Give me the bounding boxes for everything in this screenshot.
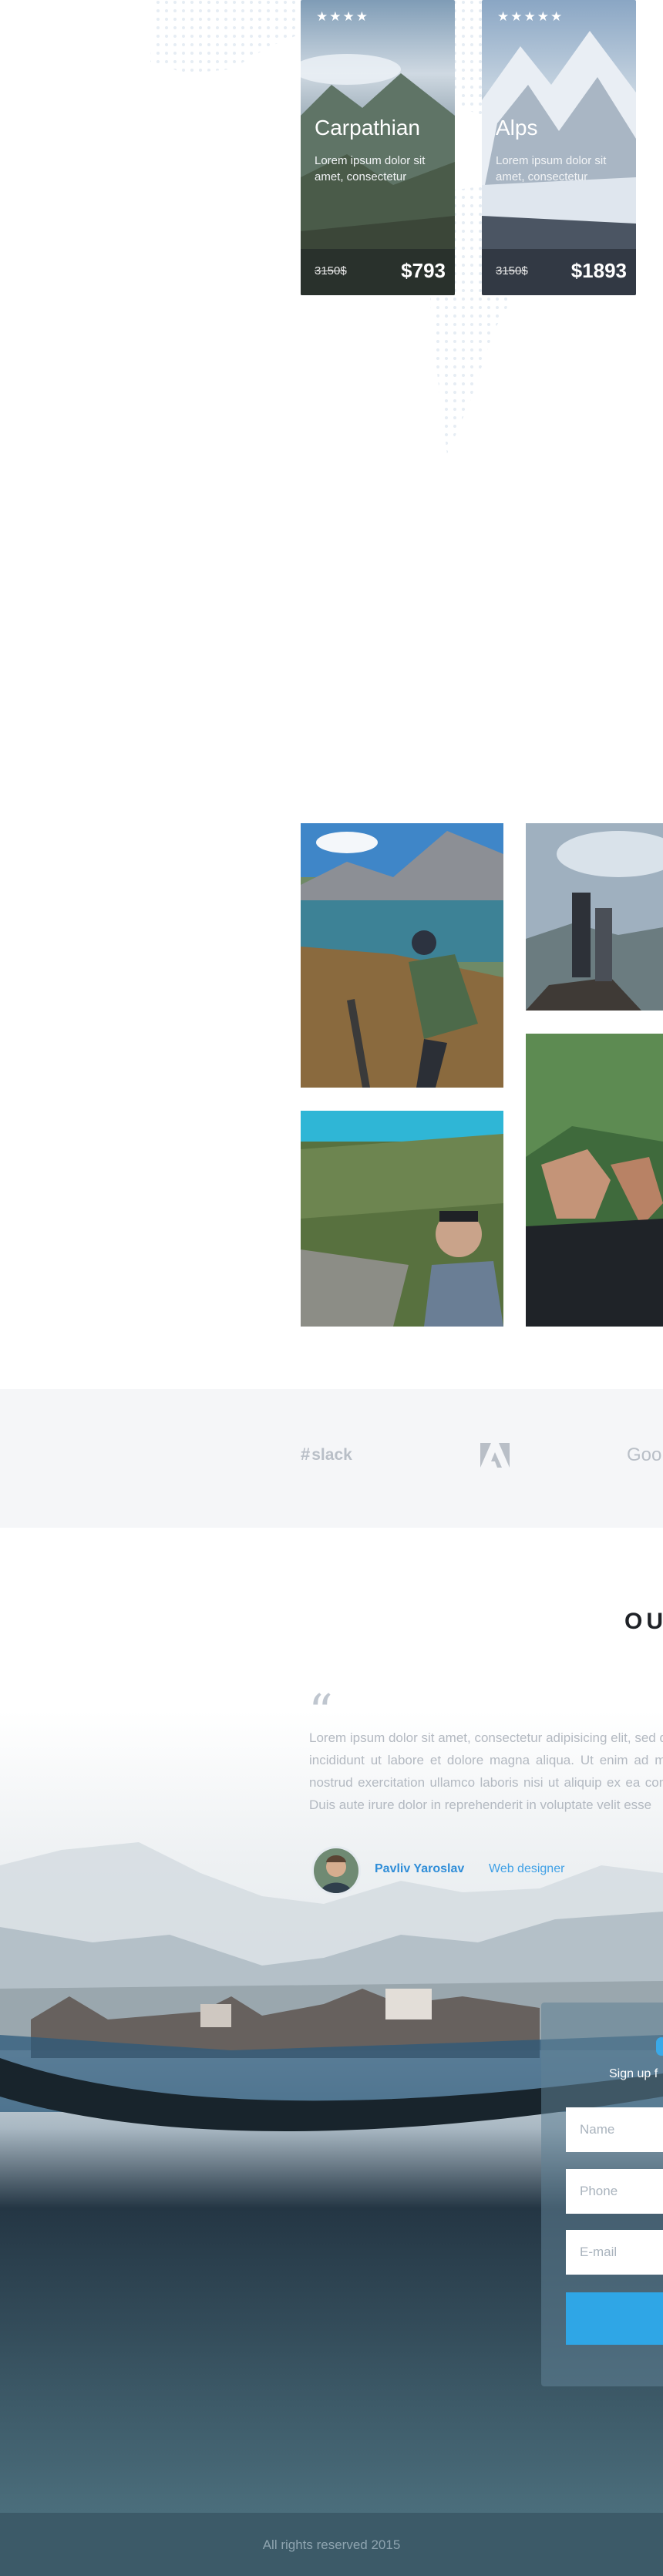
form-subtitle: Sign up f [609,2067,658,2080]
signup-form: Sign up f [541,2003,663,2386]
tour-card-alps[interactable]: ★★★★★ Alps Lorem ipsum dolor sit amet, c… [482,0,636,295]
footer: All rights reserved 2015 [0,2513,663,2576]
testimonial-quote: Lorem ipsum dolor sit amet, consectetur … [309,1730,663,1812]
rating-stars: ★★★★ [316,9,369,25]
rating-stars: ★★★★★ [497,9,564,25]
author-role: Web designer [489,1862,565,1875]
gallery-photo-hiker-lake[interactable] [301,823,503,1088]
partners-strip: #slack Goo [0,1389,663,1528]
section-title: OU [624,1609,663,1634]
couple-kiss-image [526,1034,663,1327]
current-price: $1893 [570,259,627,282]
gallery-photo-selfie-forest[interactable] [301,1111,503,1327]
tour-card-carpathian[interactable]: ★★★★ Carpathian Lorem ipsum dolor sit am… [301,0,455,295]
old-price: 3150$ [496,264,528,277]
avatar-image [314,1848,358,1893]
email-field[interactable] [566,2230,663,2275]
selfie-forest-image [301,1111,503,1327]
author-name: Pavliv Yaroslav [375,1862,465,1875]
copyright-text: All rights reserved 2015 [262,2537,401,2552]
couple-summit-image [526,823,663,1011]
phone-field[interactable] [566,2169,663,2214]
price-bar: 3150$ $1893 [482,249,636,295]
submit-button[interactable] [566,2292,663,2345]
adobe-icon [480,1443,510,1468]
old-price: 3150$ [315,264,347,277]
form-logo-icon [656,2037,663,2056]
hiker-lake-image [301,823,503,1088]
slack-hash-icon: # [301,1444,311,1464]
tour-title: Alps [496,116,538,140]
gallery-photo-couple-summit[interactable] [526,823,663,1011]
page: ★★★★ Carpathian Lorem ipsum dolor sit am… [0,0,663,2576]
google-logo[interactable]: Goo [627,1444,661,1466]
tour-description: Lorem ipsum dolor sit amet, consectetur [315,154,426,183]
name-field[interactable] [566,2107,663,2152]
slack-wordmark: slack [311,1446,352,1464]
tour-description: Lorem ipsum dolor sit amet, consectetur [496,154,607,183]
slack-logo[interactable]: #slack [301,1444,352,1465]
tour-title: Carpathian [315,116,420,140]
gallery-photo-couple-kiss[interactable] [526,1034,663,1327]
adobe-logo[interactable] [480,1443,510,1472]
avatar [311,1846,361,1895]
current-price: $793 [401,259,446,282]
price-bar: 3150$ $793 [301,249,455,295]
